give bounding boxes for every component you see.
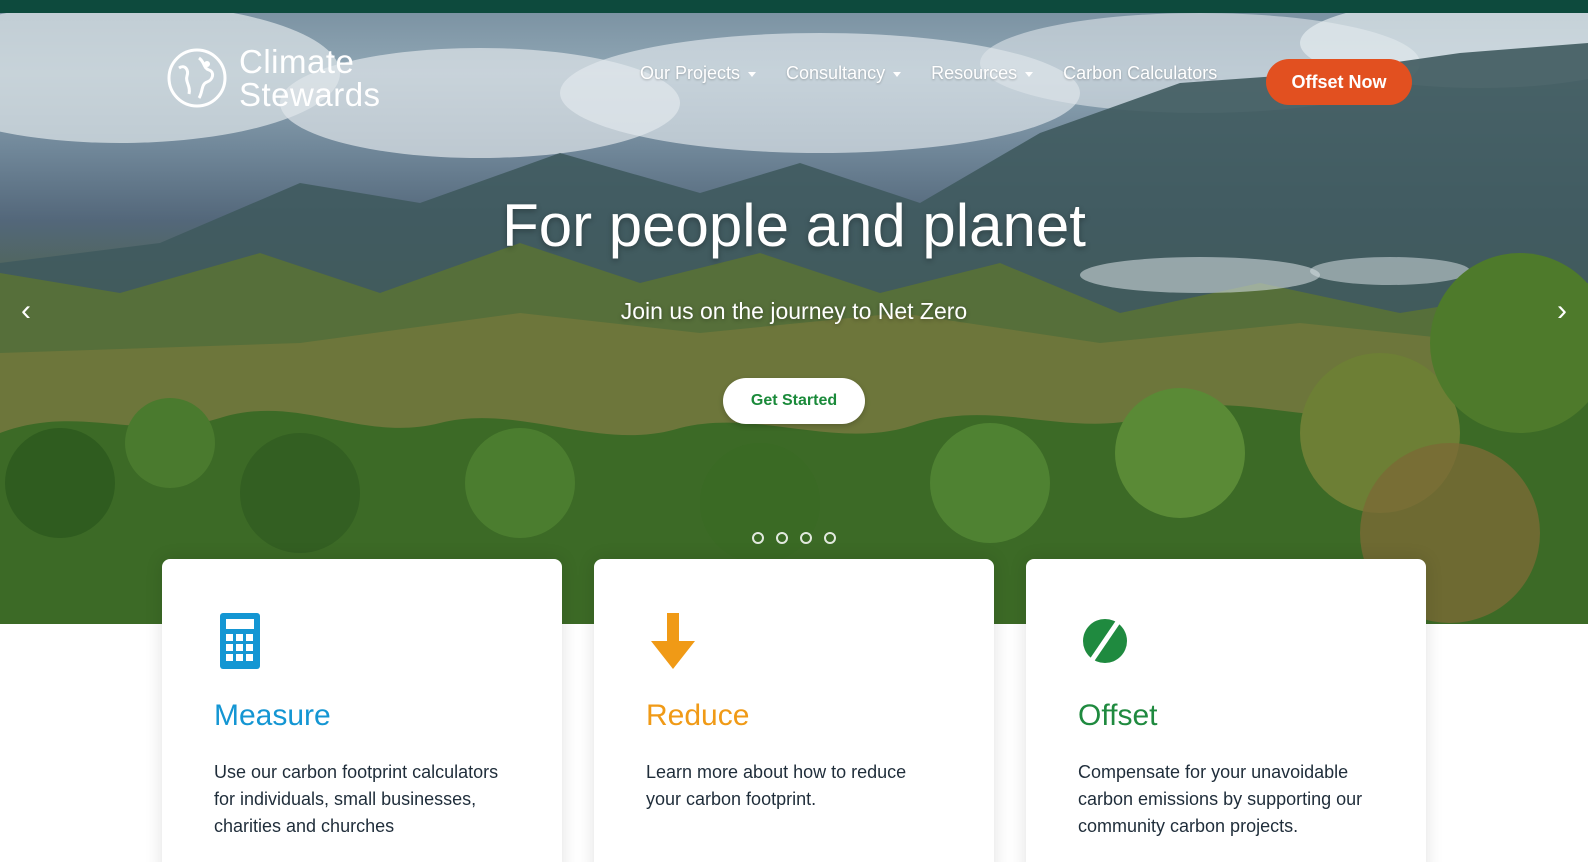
card-description: Use our carbon footprint calculators for… <box>214 762 499 836</box>
nav-item-resources[interactable]: Resources <box>931 63 1034 84</box>
nav-item-label: Carbon Calculators <box>1063 63 1218 83</box>
hero-banner: Climate Stewards Our Projects Consultanc… <box>0 13 1588 624</box>
brand-line-2: Stewards <box>239 76 381 113</box>
top-bar <box>0 0 1588 13</box>
card-title: Reduce <box>646 699 750 732</box>
brand-wordmark: Climate Stewards <box>239 45 381 111</box>
nav-item-label: Consultancy <box>786 63 886 83</box>
card-title: Offset <box>1078 699 1158 732</box>
measure-card[interactable]: Measure Use our carbon footprint calcula… <box>162 559 562 862</box>
offset-leaf-icon <box>1083 617 1127 665</box>
caret-down-icon <box>748 72 757 77</box>
nav-item-label: Resources <box>931 63 1018 83</box>
get-started-button[interactable]: Get Started <box>723 378 865 424</box>
card-description: Learn more about how to reduce your carb… <box>646 762 907 809</box>
reduce-card[interactable]: Reduce Learn more about how to reduce yo… <box>594 559 994 862</box>
card-title: Measure <box>214 699 331 732</box>
hero-subtitle: Join us on the journey to Net Zero <box>620 298 968 324</box>
caret-down-icon <box>893 72 902 77</box>
offset-now-button[interactable]: Offset Now <box>1266 59 1412 105</box>
main-nav: Our Projects Consultancy Resources Carbo… <box>640 63 1247 84</box>
hero-title: For people and planet <box>502 192 1086 259</box>
slide-indicator <box>752 532 836 544</box>
slide-dot[interactable] <box>752 532 764 544</box>
nav-item-carbon-calculators[interactable]: Carbon Calculators <box>1063 63 1217 84</box>
globe-icon <box>167 48 227 108</box>
slide-dot[interactable] <box>776 532 788 544</box>
brand-line-1: Climate <box>239 43 355 80</box>
brand-logo[interactable]: Climate Stewards <box>165 45 381 111</box>
offset-card[interactable]: Offset Compensate for your unavoidable c… <box>1026 559 1426 862</box>
caret-down-icon <box>1025 72 1034 77</box>
nav-item-our-projects[interactable]: Our Projects <box>640 63 757 84</box>
nav-item-consultancy[interactable]: Consultancy <box>786 63 902 84</box>
card-description: Compensate for your unavoidable carbon e… <box>1078 762 1363 836</box>
slide-dot[interactable] <box>824 532 836 544</box>
nav-item-label: Our Projects <box>640 63 741 83</box>
calculator-icon <box>220 613 260 669</box>
arrow-down-icon <box>651 613 695 669</box>
slide-dot[interactable] <box>800 532 812 544</box>
